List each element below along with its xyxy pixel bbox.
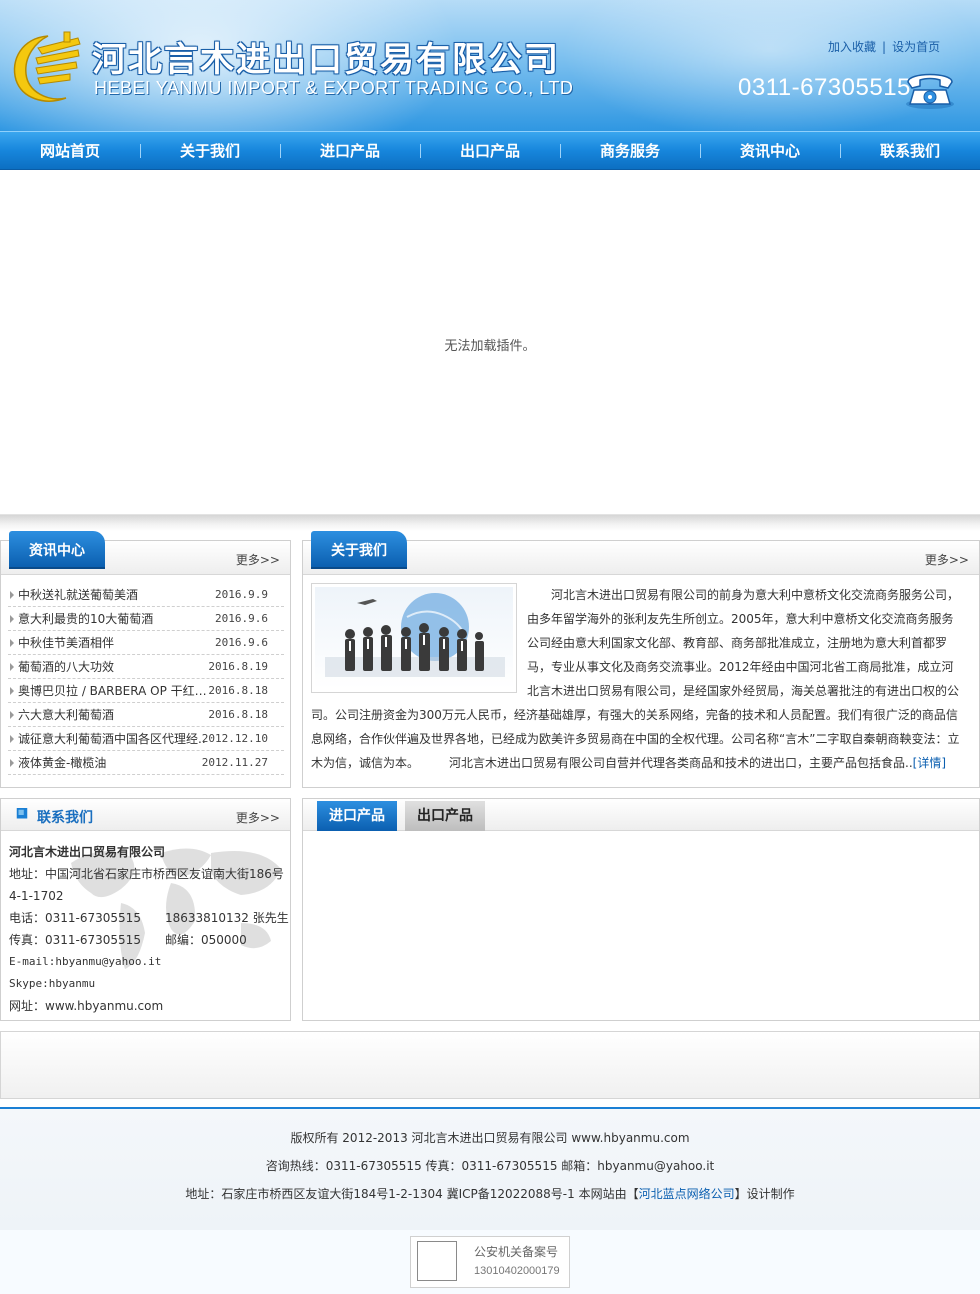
news-date: 2012.12.10 — [201, 732, 268, 745]
footer-copyright: 版权所有 2012-2013 河北言木进出口贸易有限公司 www.hbyanmu… — [290, 1131, 690, 1145]
about-box-title: 关于我们 — [311, 531, 407, 567]
about-detail-link[interactable]: [详情] — [913, 756, 946, 770]
tab-export-products[interactable]: 出口产品 — [405, 801, 485, 831]
news-date: 2012.11.27 — [201, 756, 268, 769]
company-name-en: HEBEI YANMU IMPORT & EXPORT TRADING CO.,… — [94, 78, 574, 98]
main-nav: 网站首页 关于我们 进口产品 出口产品 商务服务 资讯中心 联系我们 — [0, 131, 980, 170]
list-item[interactable]: 六大意大利葡萄酒 2016.8.18 — [8, 703, 284, 727]
list-item[interactable]: 葡萄酒的八大功效 2016.8.19 — [8, 655, 284, 679]
contact-box: 联系我们 更多>> 河北言木进出口贸易有限公司 地址：中国河北省石家庄市桥西区友… — [0, 798, 291, 1021]
products-box: 进口产品 出口产品 — [302, 798, 980, 1021]
list-item[interactable]: 液体黄金-橄榄油 2012.11.27 — [8, 751, 284, 775]
news-title[interactable]: 六大意大利葡萄酒 — [18, 703, 214, 727]
news-date: 2016.8.18 — [208, 708, 268, 721]
news-box-header: 资讯中心 更多>> — [1, 531, 290, 575]
broken-image-icon — [417, 1241, 457, 1281]
news-title[interactable]: 奥博巴贝拉 / BARBERA OP 干红葡.. — [18, 679, 214, 703]
telephone-icon — [906, 73, 954, 109]
about-text: 河北言木进出口贸易有限公司的前身为意大利中意桥文化交流商务服务公司，由多年留学海… — [311, 583, 963, 775]
nav-item-export-products[interactable]: 出口产品 — [420, 132, 560, 170]
contact-skype: Skype:hbyanmu — [9, 977, 96, 990]
news-title[interactable]: 中秋送礼就送葡萄美酒 — [18, 583, 214, 607]
news-title[interactable]: 意大利最贵的10大葡萄酒 — [18, 607, 214, 631]
contact-fax: 传真：0311-67305515 邮编：050000 — [9, 933, 247, 947]
news-date: 2016.9.6 — [215, 636, 268, 649]
set-homepage-link[interactable]: 设为首页 — [892, 40, 940, 54]
footer-address: 地址：石家庄市桥西区友谊大街184号1-2-1304 冀ICP备12022088… — [0, 1180, 980, 1208]
banner-plugin-area: 无法加载插件。 — [0, 170, 980, 515]
news-date: 2016.9.6 — [215, 612, 268, 625]
add-favorite-link[interactable]: 加入收藏 — [828, 40, 876, 54]
list-item[interactable]: 中秋送礼就送葡萄美酒 2016.9.9 — [8, 583, 284, 607]
list-item[interactable]: 奥博巴贝拉 / BARBERA OP 干红葡.. 2016.8.18 — [8, 679, 284, 703]
nav-item-contact[interactable]: 联系我们 — [840, 132, 980, 170]
company-name-cn: 河北言木进出口贸易有限公司 — [92, 40, 560, 80]
plugin-error-message: 无法加载插件。 — [444, 339, 536, 354]
news-title[interactable]: 葡萄酒的八大功效 — [18, 655, 214, 679]
police-record-badge[interactable]: 公安机关备案号 13010402000179 — [410, 1236, 570, 1288]
contact-email: E-mail:hbyanmu@yahoo.it — [9, 955, 162, 968]
top-links: 加入收藏 | 设为首页 — [828, 38, 940, 55]
about-box: 关于我们 更多>> 河北言木进出口贸易有限公司的前身为意大利中意桥文化交流商务服… — [302, 531, 980, 788]
site-footer: 版权所有 2012-2013 河北言木进出口贸易有限公司 www.hbyanmu… — [0, 1107, 980, 1230]
contact-address: 地址：中国河北省石家庄市桥西区友谊南大街186号4-1-1702 — [9, 867, 284, 903]
news-title[interactable]: 中秋佳节美酒相伴 — [18, 631, 214, 655]
list-item[interactable]: 诚征意大利葡萄酒中国各区代理经.. 2012.12.10 — [8, 727, 284, 751]
site-header: 河北言木进出口贸易有限公司 HEBEI YANMU IMPORT & EXPOR… — [0, 0, 980, 131]
link-separator: | — [882, 40, 887, 54]
footer-address-suffix: 】设计制作 — [734, 1187, 795, 1201]
contact-website: 网址：www.hbyanmu.com — [9, 999, 164, 1013]
news-more-link[interactable]: 更多>> — [236, 551, 280, 568]
police-record-title: 公安机关备案号 — [474, 1245, 559, 1259]
nav-item-about[interactable]: 关于我们 — [140, 132, 280, 170]
footer-address-text: 地址：石家庄市桥西区友谊大街184号1-2-1304 冀ICP备12022088… — [185, 1187, 639, 1201]
designer-link[interactable]: 河北蓝点网络公司 — [639, 1187, 735, 1201]
footer-contact: 咨询热线：0311-67305515 传真：0311-67305515 邮箱：h… — [265, 1159, 715, 1173]
news-date: 2016.8.18 — [208, 684, 268, 697]
nav-item-news[interactable]: 资讯中心 — [700, 132, 840, 170]
news-date: 2016.9.9 — [215, 588, 268, 601]
contact-box-title: 联系我们 — [37, 810, 93, 826]
news-list: 中秋送礼就送葡萄美酒 2016.9.9 意大利最贵的10大葡萄酒 2016.9.6 … — [8, 583, 284, 775]
list-item[interactable]: 意大利最贵的10大葡萄酒 2016.9.6 — [8, 607, 284, 631]
police-record-number: 13010402000179 — [474, 1265, 560, 1277]
friend-links-strip — [0, 1031, 980, 1099]
header-phone: 0311-67305515 — [738, 74, 911, 101]
products-tab-bar: 进口产品 出口产品 — [303, 799, 979, 831]
about-box-header: 关于我们 更多>> — [303, 531, 979, 575]
contact-more-link[interactable]: 更多>> — [236, 809, 280, 826]
company-logo — [13, 31, 81, 102]
nav-item-home[interactable]: 网站首页 — [0, 132, 140, 170]
news-title[interactable]: 液体黄金-橄榄油 — [18, 751, 214, 775]
about-more-link[interactable]: 更多>> — [925, 551, 969, 568]
contact-phone: 电话：0311-67305515 18633810132 张先生 — [9, 911, 289, 925]
nav-item-business-services[interactable]: 商务服务 — [560, 132, 700, 170]
news-title[interactable]: 诚征意大利葡萄酒中国各区代理经.. — [18, 727, 214, 751]
banner-shadow — [0, 515, 980, 531]
contact-details: 河北言木进出口贸易有限公司 地址：中国河北省石家庄市桥西区友谊南大街186号4-… — [9, 841, 289, 1017]
news-date: 2016.8.19 — [208, 660, 268, 673]
news-box: 资讯中心 更多>> 中秋送礼就送葡萄美酒 2016.9.9 意大利最贵的10大葡萄… — [0, 531, 291, 788]
list-item[interactable]: 中秋佳节美酒相伴 2016.9.6 — [8, 631, 284, 655]
nav-item-import-products[interactable]: 进口产品 — [280, 132, 420, 170]
contact-company-name: 河北言木进出口贸易有限公司 — [9, 845, 166, 859]
contact-square-icon — [16, 808, 28, 819]
news-box-title: 资讯中心 — [9, 531, 105, 567]
contact-box-header: 联系我们 更多>> — [1, 799, 290, 831]
tab-import-products[interactable]: 进口产品 — [317, 801, 397, 831]
